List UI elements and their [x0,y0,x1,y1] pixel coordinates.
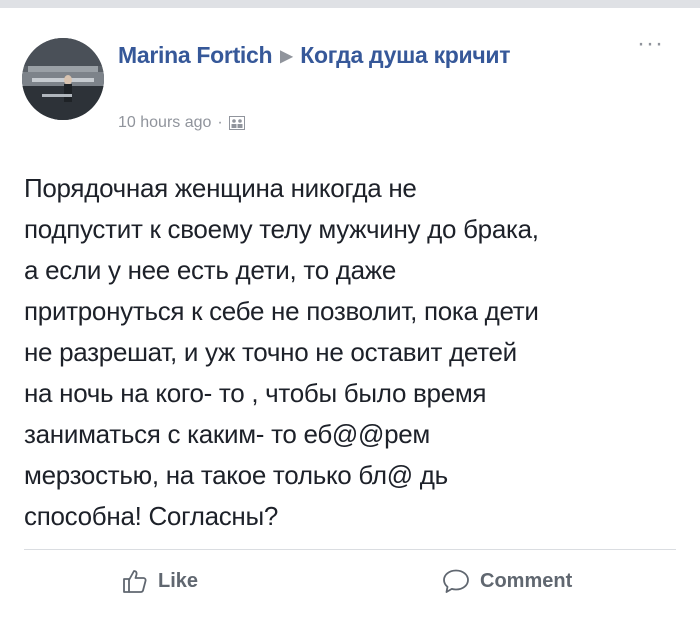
comment-bubble-icon [443,569,469,593]
comment-button[interactable]: Comment [442,568,572,594]
post-body-line: на ночь на кого- то , чтобы было время [24,378,487,408]
post-header-title: Marina Fortich ▶ Когда душа кричит [118,38,618,74]
post-body: Порядочная женщина никогда не подпустит … [24,168,684,537]
like-label: Like [158,569,199,592]
avatar-image [22,38,104,120]
avatar[interactable] [22,38,104,120]
post-body-line: подпустит к своему телу мужчину до брака… [24,214,539,244]
like-button[interactable]: Like [122,568,198,594]
post-body-line: мерзостью, на такое только бл@ дь [24,460,448,490]
post-meta: 10 hours ago · [118,114,245,132]
shared-to-arrow-icon: ▶ [280,48,293,65]
post-body-line: заниматься с каким- то еб@@рем [24,419,431,449]
thumbs-up-icon [123,570,147,593]
post-body-line: не разрешат, и уж точно не оставит детей [24,337,517,367]
post-body-line: притронуться к себе не позволит, пока де… [24,296,539,326]
author-name-link[interactable]: Marina Fortich [118,42,273,68]
meta-separator: · [217,114,223,131]
post-body-line: способна! Согласны? [24,501,279,531]
comment-label: Comment [480,569,573,592]
group-audience-icon [228,116,245,130]
post-card: Marina Fortich ▶ Когда душа кричит ··· 10 … [0,8,700,617]
post-body-line: Порядочная женщина никогда не [24,173,417,203]
post-body-line: а если у нее есть дети, то даже [24,255,397,285]
actions-divider [24,549,676,550]
top-strip [0,0,700,8]
timestamp-link[interactable]: 10 hours ago [118,114,211,132]
more-options-button[interactable]: ··· [637,30,664,58]
group-name-link[interactable]: Когда душа кричит [300,42,510,68]
